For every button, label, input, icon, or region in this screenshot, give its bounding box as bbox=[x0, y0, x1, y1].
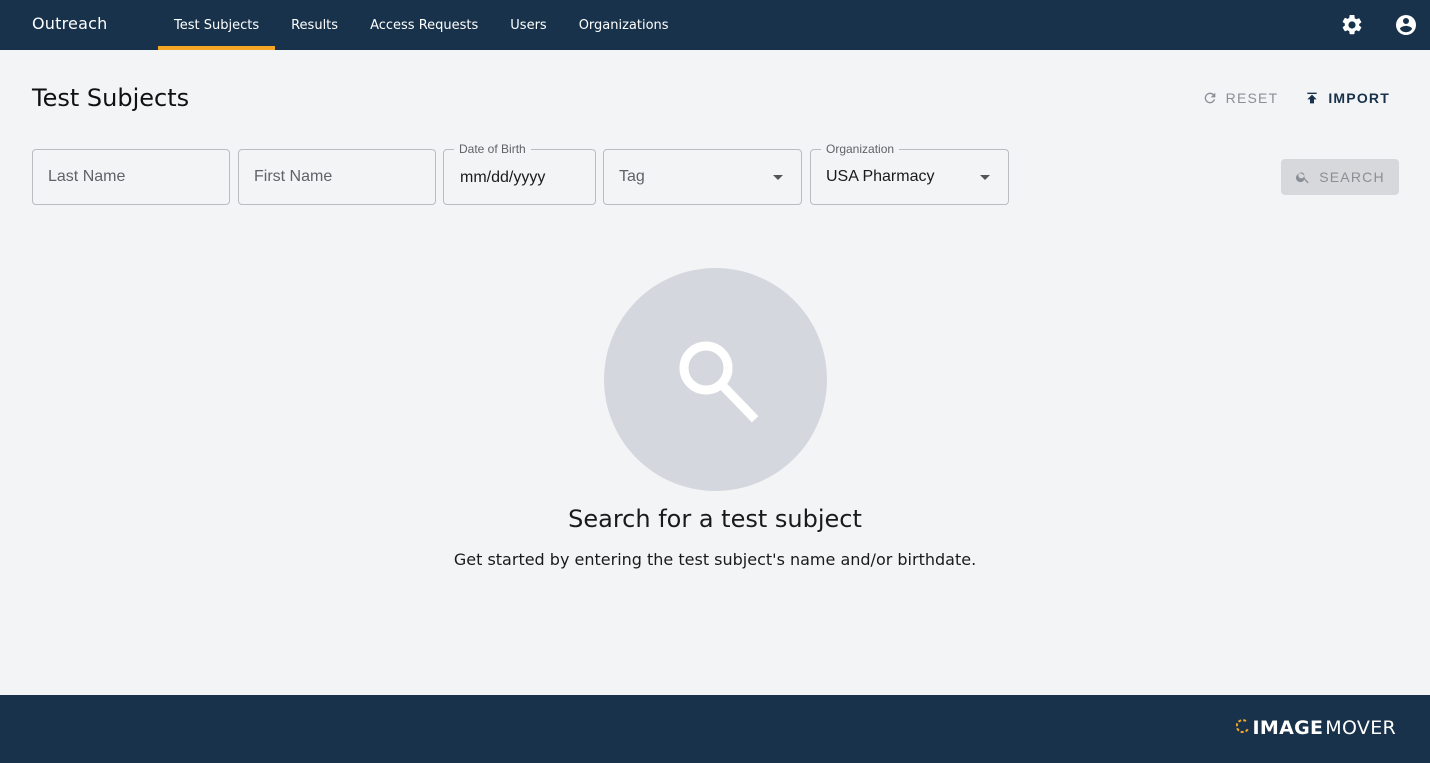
reset-label: RESET bbox=[1225, 90, 1279, 106]
footer: IMAGE MOVER bbox=[0, 695, 1430, 763]
chevron-down-icon bbox=[980, 175, 990, 180]
logo-mark-icon bbox=[1235, 719, 1249, 734]
tag-select[interactable]: Tag bbox=[603, 149, 802, 205]
date-of-birth-value: mm/dd/yyyy bbox=[460, 169, 546, 186]
page-title: Test Subjects bbox=[32, 84, 190, 112]
date-of-birth-label: Date of Birth bbox=[454, 142, 531, 156]
magnifier-icon bbox=[679, 341, 758, 422]
chevron-down-icon bbox=[773, 175, 783, 180]
organization-value: USA Pharmacy bbox=[826, 168, 935, 185]
first-name-input[interactable]: First Name bbox=[238, 149, 436, 205]
reset-button[interactable]: RESET bbox=[1202, 90, 1279, 106]
empty-state-subtitle: Get started by entering the test subject… bbox=[453, 550, 977, 569]
top-navigation-bar: Outreach Test Subjects Results Access Re… bbox=[0, 0, 1430, 50]
tab-organizations[interactable]: Organizations bbox=[563, 0, 685, 50]
last-name-input[interactable]: Last Name bbox=[32, 149, 230, 205]
account-circle-icon[interactable] bbox=[1394, 13, 1418, 37]
footer-logo: IMAGE MOVER bbox=[1235, 717, 1396, 739]
search-label: SEARCH bbox=[1319, 169, 1385, 185]
upload-icon bbox=[1307, 92, 1318, 104]
refresh-icon bbox=[1204, 92, 1215, 104]
gear-icon[interactable] bbox=[1340, 13, 1364, 37]
tab-access-requests[interactable]: Access Requests bbox=[354, 0, 494, 50]
search-icon bbox=[1296, 172, 1309, 184]
logo-text-light: MOVER bbox=[1325, 717, 1396, 739]
brand-name[interactable]: Outreach bbox=[32, 14, 107, 33]
organization-select[interactable]: Organization USA Pharmacy bbox=[810, 142, 1009, 205]
nav-tabs: Test Subjects Results Access Requests Us… bbox=[158, 0, 685, 50]
date-of-birth-input[interactable]: Date of Birth mm/dd/yyyy bbox=[443, 142, 596, 205]
tab-test-subjects[interactable]: Test Subjects bbox=[158, 0, 276, 50]
import-label: IMPORT bbox=[1328, 90, 1390, 106]
tab-users[interactable]: Users bbox=[494, 0, 562, 50]
organization-label: Organization bbox=[821, 142, 900, 156]
tab-results[interactable]: Results bbox=[275, 0, 354, 50]
empty-state-illustration bbox=[604, 268, 827, 491]
empty-state-title: Search for a test subject bbox=[568, 505, 862, 533]
search-button[interactable]: SEARCH bbox=[1281, 159, 1399, 195]
last-name-placeholder: Last Name bbox=[48, 168, 126, 185]
import-button[interactable]: IMPORT bbox=[1304, 90, 1390, 106]
tag-placeholder: Tag bbox=[619, 168, 645, 185]
header-actions: RESET IMPORT bbox=[1202, 90, 1390, 106]
logo-text-strong: IMAGE bbox=[1252, 717, 1324, 739]
first-name-placeholder: First Name bbox=[254, 168, 333, 185]
top-icons bbox=[1340, 13, 1418, 37]
